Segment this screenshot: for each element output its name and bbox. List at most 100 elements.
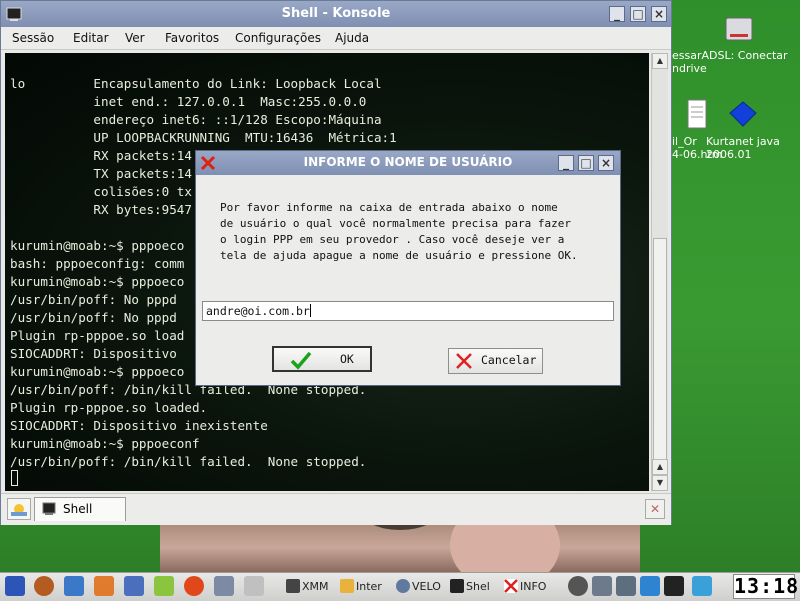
terminal-line: Plugin rp-pppoe.so loaded. xyxy=(10,400,208,415)
dialog-close-button[interactable]: × xyxy=(598,155,614,171)
tab-shell[interactable]: Shell xyxy=(34,497,126,521)
dialog-maximize-button[interactable]: □ xyxy=(578,155,594,171)
speaker-icon[interactable] xyxy=(592,576,612,596)
close-session-button[interactable]: ✕ xyxy=(645,499,665,519)
scroll-down-arrow[interactable]: ▼ xyxy=(652,475,668,491)
hard-drive-icon xyxy=(725,17,753,41)
dialog-minimize-button[interactable]: _ xyxy=(558,155,574,171)
terminal-line: TX packets:14 xyxy=(10,166,192,181)
konqueror-icon[interactable] xyxy=(124,576,144,596)
text-caret xyxy=(309,304,311,317)
cancel-x-icon xyxy=(456,353,472,369)
task-velo[interactable]: VELO xyxy=(396,577,446,597)
terminal-line: /usr/bin/poff: /bin/kill failed. None st… xyxy=(10,454,367,469)
terminal-line: Plugin rp-pppoe.so load xyxy=(10,328,185,343)
terminal-line: bash: pppoeconfig: comm xyxy=(10,256,185,271)
terminal-line: colisões:0 tx xyxy=(10,184,192,199)
menubar: Sessão Editar Ver Favoritos Configuraçõe… xyxy=(1,27,671,50)
network-tray-icon[interactable] xyxy=(616,576,636,596)
desktop-icon-label: essarADSL: Conectar xyxy=(672,49,788,62)
scroll-up-arrow-lower[interactable]: ▲ xyxy=(652,459,668,475)
bluetooth-icon[interactable] xyxy=(568,576,588,596)
konsole-titlebar[interactable]: Shell - Konsole _ □ × xyxy=(1,1,671,27)
terminal-cursor xyxy=(11,470,18,486)
home-icon[interactable] xyxy=(94,576,114,596)
task-inter[interactable]: Inter xyxy=(340,577,392,597)
ok-label: OK xyxy=(340,352,354,366)
vertical-scrollbar[interactable]: ▲ ▲ ▼ xyxy=(651,53,668,491)
dialog-title: INFORME O NOME DE USUÁRIO xyxy=(303,155,513,169)
terminal-line: UP LOOPBACKRUNNING MTU:16436 Métrica:1 xyxy=(10,130,397,145)
new-session-icon xyxy=(11,504,27,516)
terminal-line: /usr/bin/poff: No pppd xyxy=(10,292,177,307)
terminal-line: kurumin@moab:~$ pppoeco xyxy=(10,238,185,253)
message-line: de usuário o qual você normalmente preci… xyxy=(220,217,571,230)
taskbar: XMM Inter VELO Shel INFO 13:18 xyxy=(0,572,800,601)
task-label: Shel xyxy=(466,580,490,593)
terminal-line: kurumin@moab:~$ pppoeco xyxy=(10,274,185,289)
menu-sessao[interactable]: Sessão xyxy=(12,31,54,45)
terminal-line: SIOCADDRT: Dispositivo inexistente xyxy=(10,418,268,433)
menu-configuracoes[interactable]: Configurações xyxy=(235,31,321,45)
clock[interactable]: 13:18 xyxy=(733,574,798,599)
terminal-line: /usr/bin/poff: No pppd xyxy=(10,310,177,325)
dialog-titlebar[interactable]: INFORME O NOME DE USUÁRIO _ □ × xyxy=(196,151,620,175)
dialog-message: Por favor informe na caixa de entrada ab… xyxy=(220,200,610,264)
cancel-label: Cancelar xyxy=(481,353,537,367)
desktop-icon-java[interactable]: Kurtanet java 2006.01 xyxy=(706,98,800,161)
task-info[interactable]: INFO xyxy=(504,577,556,597)
task-shell[interactable]: Shel xyxy=(450,577,498,597)
task-label: XMM xyxy=(302,580,329,593)
terminal-line: SIOCADDRT: Dispositivo xyxy=(10,346,177,361)
checkmark-icon xyxy=(290,351,312,370)
close-button[interactable]: × xyxy=(651,6,667,22)
office-icon[interactable] xyxy=(154,576,174,596)
terminal-line: endereço inet6: ::1/128 Escopo:Máquina xyxy=(10,112,382,127)
kmenu-icon[interactable] xyxy=(5,576,25,596)
tab-label: Shell xyxy=(63,502,93,516)
desktop-icon-label: 2006.01 xyxy=(706,148,752,161)
task-label: INFO xyxy=(520,580,547,593)
firefox-icon[interactable] xyxy=(184,576,204,596)
terminal-line: RX bytes:9547 xyxy=(10,202,192,217)
scroll-thumb[interactable] xyxy=(653,238,667,470)
menu-ajuda[interactable]: Ajuda xyxy=(335,31,369,45)
username-value: andre@oi.com.br xyxy=(206,304,310,318)
session-tabbar: Shell ✕ xyxy=(1,493,671,525)
network-icon xyxy=(729,101,757,127)
terminal-line: lo Encapsulamento do Link: Loopback Loca… xyxy=(10,76,382,91)
maximize-button[interactable]: □ xyxy=(630,6,646,22)
download-icon[interactable] xyxy=(640,576,660,596)
new-session-button[interactable] xyxy=(7,498,31,520)
terminal-line: inet end.: 127.0.0.1 Masc:255.0.0.0 xyxy=(10,94,367,109)
mail-icon[interactable] xyxy=(214,576,234,596)
menu-ver[interactable]: Ver xyxy=(125,31,145,45)
desktop-icon-adsl[interactable]: essarADSL: Conectar ndrive xyxy=(672,12,800,75)
notes-icon[interactable] xyxy=(244,576,264,596)
terminal-line: RX packets:14 xyxy=(10,148,192,163)
ok-button[interactable]: OK xyxy=(272,346,372,372)
minimize-button[interactable]: _ xyxy=(609,6,625,22)
task-xmms[interactable]: XMM xyxy=(286,577,336,597)
username-dialog: INFORME O NOME DE USUÁRIO _ □ × Por favo… xyxy=(195,150,621,386)
message-line: Por favor informe na caixa de entrada ab… xyxy=(220,201,558,214)
task-label: Inter xyxy=(356,580,382,593)
penguin-icon[interactable] xyxy=(34,576,54,596)
desktop-icon-label: ndrive xyxy=(672,62,707,75)
menu-favoritos[interactable]: Favoritos xyxy=(165,31,219,45)
xmms-icon xyxy=(286,579,300,593)
menu-editar[interactable]: Editar xyxy=(73,31,109,45)
task-label: VELO xyxy=(412,580,441,593)
x-task-icon xyxy=(504,579,518,593)
cancel-button[interactable]: Cancelar xyxy=(448,348,543,374)
terminal-line: kurumin@moab:~$ pppoeco xyxy=(10,364,185,379)
terminal-line: kurumin@moab:~$ pppoeconf xyxy=(10,436,200,451)
message-line: tela de ajuda apague a nome de usuário e… xyxy=(220,249,578,262)
window-title: Shell - Konsole xyxy=(281,6,391,21)
tray-apps-icon[interactable] xyxy=(692,576,712,596)
message-line: o login PPP em seu provedor . Caso você … xyxy=(220,233,565,246)
desktop-switch-icon[interactable] xyxy=(64,576,84,596)
username-input[interactable]: andre@oi.com.br xyxy=(202,301,614,321)
monitor-icon[interactable] xyxy=(664,576,684,596)
scroll-up-arrow[interactable]: ▲ xyxy=(652,53,668,69)
